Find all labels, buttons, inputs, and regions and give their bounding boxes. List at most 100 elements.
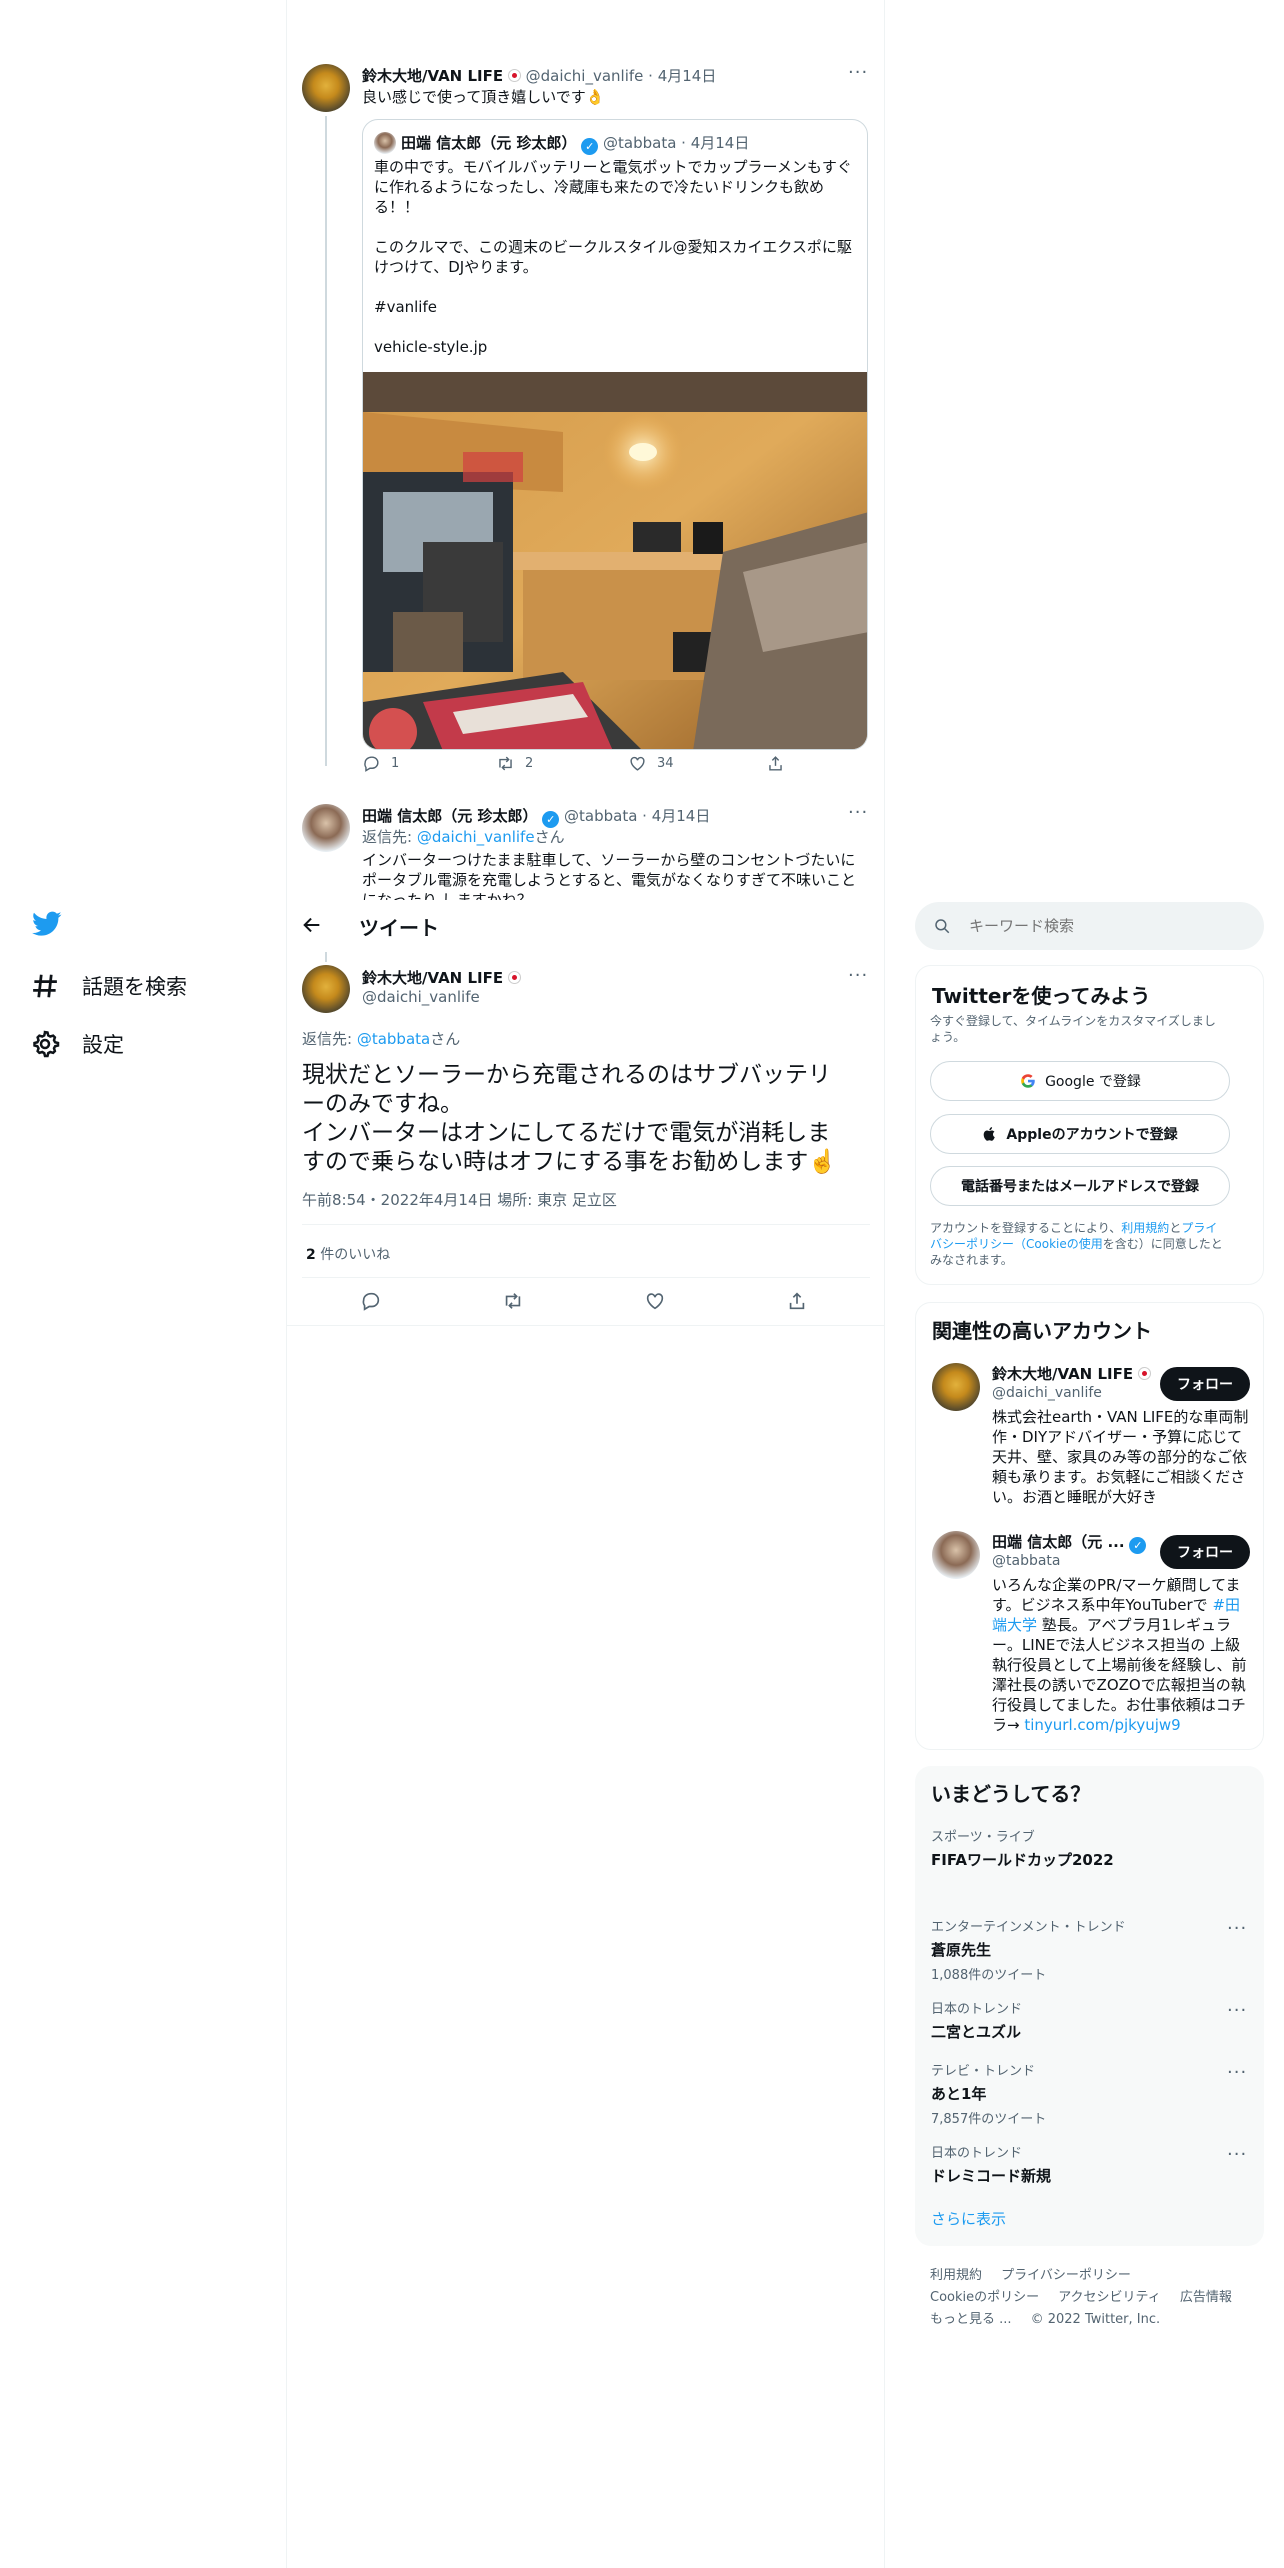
avatar[interactable] — [302, 804, 350, 852]
phone-email-signup-button[interactable]: 電話番号またはメールアドレスで登録 — [930, 1166, 1230, 1206]
more-icon[interactable]: ··· — [848, 62, 868, 83]
share-icon — [769, 755, 782, 771]
japan-flag-icon — [1137, 1367, 1151, 1380]
hashtag-link[interactable]: #田 — [1212, 1596, 1240, 1614]
share-button[interactable] — [766, 754, 785, 773]
more-icon[interactable]: ··· — [848, 965, 868, 986]
related-account-handle[interactable]: @tabbata — [992, 1553, 1061, 1569]
show-more-link[interactable]: さらに表示 — [931, 2208, 1006, 2229]
trend-count: 1,088件のツイート — [931, 1968, 1047, 1983]
bio-text: す。ビジネス系中年YouTuberで — [992, 1596, 1213, 1614]
footer-more-link[interactable]: もっと見る ... — [930, 2312, 1012, 2327]
terms-link[interactable]: 利用規約 — [1121, 1221, 1169, 1235]
related-accounts-card: 関連性の高いアカウント 鈴木大地/VAN LIFE @daichi_vanlif… — [915, 1302, 1264, 1750]
quote-line: る！！ — [374, 198, 420, 216]
more-icon[interactable]: ··· — [1227, 1918, 1247, 1939]
heart-icon[interactable] — [644, 1290, 666, 1312]
avatar[interactable] — [932, 1531, 980, 1579]
reply-to: 返信先: @tabbataさん — [302, 1029, 460, 1049]
more-icon[interactable]: ··· — [1227, 2062, 1247, 2083]
quote-photo[interactable] — [363, 372, 867, 749]
nav-explore-label: 話題を検索 — [82, 975, 187, 999]
trend-category: エンターテインメント・トレンド — [931, 1920, 1126, 1935]
quote-tweet[interactable]: 田端 信太郎（元 珍太郎） ✓ @tabbata · 4月14日 車の中です。モ… — [362, 119, 868, 750]
quote-url: vehicle-style.jp — [374, 338, 488, 356]
bio-line: 澤社長の誘いでZOZOで広報担当の執 — [992, 1676, 1246, 1694]
google-signup-label: Google で登録 — [1045, 1074, 1141, 1090]
trend-item[interactable]: 日本のトレンド ドレミコード新規 — [931, 2142, 1251, 2186]
likes-summary[interactable]: 2 件のいいね — [306, 1244, 390, 1264]
main-tweet-author: 鈴木大地/VAN LIFE — [362, 967, 521, 988]
more-icon[interactable]: ··· — [1227, 2000, 1247, 2021]
author-name[interactable]: 鈴木大地/VAN LIFE — [362, 67, 503, 85]
back-arrow-icon[interactable] — [301, 914, 323, 940]
main-tweet-text: 現状だとソーラーから充電されるのはサブバッテリ ーのみですね。 インバーターはオ… — [302, 1061, 872, 1177]
retweet-count: 2 — [525, 755, 534, 771]
phone-email-signup-label: 電話番号またはメールアドレスで登録 — [961, 1179, 1199, 1195]
related-account-name[interactable]: 田端 信太郎（元 ... ✓ — [992, 1531, 1147, 1554]
reply-icon[interactable] — [360, 1290, 382, 1312]
trend-name: FIFAワールドカップ2022 — [931, 1851, 1114, 1869]
more-icon[interactable]: ··· — [1227, 2144, 1247, 2165]
trend-count: 7,857件のツイート — [931, 2112, 1047, 2127]
footer-privacy-link[interactable]: プライバシーポリシー — [1001, 2268, 1131, 2283]
footer-terms-link[interactable]: 利用規約 — [930, 2268, 982, 2283]
bio-line: ー。LINEで法人ビジネス担当の 上級 — [992, 1636, 1241, 1654]
nav-explore[interactable]: 話題を検索 — [30, 971, 187, 1001]
verified-icon: ✓ — [581, 138, 599, 155]
privacy-link[interactable]: バシーポリシー — [930, 1237, 1014, 1251]
japan-flag-icon — [507, 69, 521, 82]
author-name[interactable]: 鈴木大地/VAN LIFE — [362, 969, 503, 987]
footer-ads-link[interactable]: 広告情報 — [1180, 2290, 1232, 2305]
bio-line: 天井、壁、家具のみ等の部分的なご依 — [992, 1448, 1248, 1466]
bio-text: 塾長。アベプラ月1レギュラ — [1037, 1616, 1232, 1634]
bio-url-link[interactable]: tinyurl.com/pjkyujw9 — [1024, 1716, 1180, 1734]
footer-accessibility-link[interactable]: アクセシビリティ — [1058, 2290, 1161, 2305]
account-name: 鈴木大地/VAN LIFE — [992, 1365, 1134, 1383]
author-handle[interactable]: @daichi_vanlife — [362, 988, 480, 1006]
avatar[interactable] — [302, 64, 350, 112]
hashtag-link[interactable]: 端大学 — [992, 1616, 1037, 1634]
divider — [302, 1277, 870, 1278]
avatar[interactable] — [302, 965, 350, 1013]
reply-button[interactable]: 1 — [362, 754, 399, 773]
apple-signup-button[interactable]: Appleのアカウントで登録 — [930, 1114, 1230, 1154]
trend-item[interactable]: テレビ・トレンド あと1年 7,857件のツイート — [931, 2060, 1251, 2127]
likes-number: 2 — [306, 1247, 316, 1263]
search-input[interactable] — [969, 917, 1229, 935]
divider — [302, 1224, 870, 1225]
trend-name: 二宮とユズル — [931, 2023, 1022, 2041]
follow-button[interactable]: フォロー — [1160, 1367, 1250, 1401]
legal-text: を含む）に同意したと — [1102, 1237, 1223, 1251]
tweet-meta[interactable]: 午前8:54・2022年4月14日 場所: 東京 足立区 — [302, 1189, 617, 1210]
author-handle[interactable]: @daichi_vanlife — [526, 67, 644, 85]
trend-name: あと1年 — [931, 2085, 987, 2103]
google-signup-button[interactable]: Google で登録 — [930, 1061, 1230, 1101]
bio-line: いろんな企業のPR/マーケ顧問してま — [992, 1576, 1241, 1594]
footer-cookie-link[interactable]: Cookieのポリシー — [930, 2290, 1039, 2305]
reply-count: 1 — [391, 755, 400, 771]
twitter-logo-icon[interactable] — [32, 911, 62, 941]
reply-to-handle[interactable]: @tabbata — [357, 1030, 430, 1048]
privacy-link[interactable]: プライ — [1181, 1221, 1217, 1235]
retweet-button[interactable]: 2 — [496, 754, 533, 773]
follow-button[interactable]: フォロー — [1160, 1535, 1250, 1569]
trend-item[interactable]: スポーツ・ライブ FIFAワールドカップ2022 — [931, 1826, 1251, 1870]
divider — [287, 1325, 884, 1326]
trend-item[interactable]: エンターテインメント・トレンド 蒼原先生 1,088件のツイート — [931, 1916, 1251, 1983]
search-bar[interactable] — [915, 902, 1264, 950]
nav-settings[interactable]: 設定 — [30, 1029, 124, 1059]
likes-label: 件のいいね — [315, 1247, 391, 1263]
van-interior-photo — [363, 372, 867, 749]
quote-line: 車の中です。モバイルバッテリーと電気ポットでカップラーメンもすぐ — [374, 158, 852, 176]
related-account-handle[interactable]: @daichi_vanlife — [992, 1385, 1102, 1401]
retweet-icon[interactable] — [502, 1290, 524, 1312]
related-account-name[interactable]: 鈴木大地/VAN LIFE — [992, 1363, 1151, 1384]
tweet-date[interactable]: 4月14日 — [658, 67, 717, 85]
trend-item[interactable]: 日本のトレンド 二宮とユズル — [931, 1998, 1251, 2042]
share-icon[interactable] — [786, 1290, 808, 1312]
quote-line: に作れるようになったし、冷蔵庫も来たので冷たいドリンクも飲め — [374, 178, 825, 196]
like-button[interactable]: 34 — [628, 754, 674, 773]
cookie-link[interactable]: Cookieの使用 — [1026, 1237, 1103, 1251]
avatar[interactable] — [932, 1363, 980, 1411]
